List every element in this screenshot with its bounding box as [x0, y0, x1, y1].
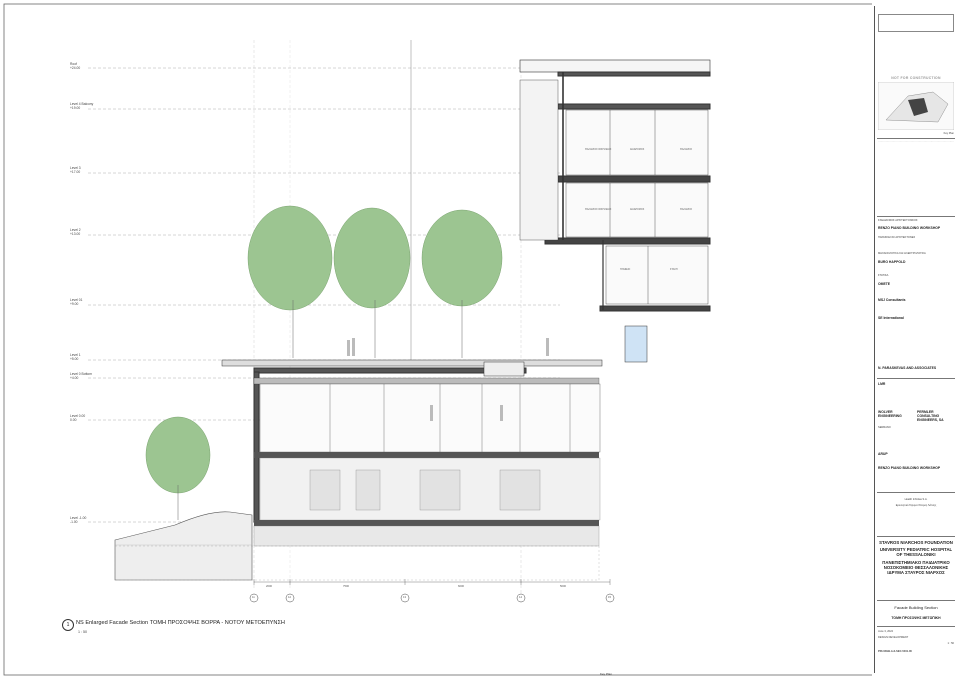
level-label: Level 0.00 0.00 — [70, 414, 86, 422]
sheet-title-gr: ΤΟΜΗ ΠΡΟΣΟΨΗΣ ΜΕΤΩΠΙΚΗ — [891, 616, 941, 620]
svg-text:ΣΤΑΣΗ: ΣΤΑΣΗ — [670, 268, 678, 271]
consultant-11: LMR — [878, 382, 886, 386]
consultant-12: WOLVER ENGINEERING — [878, 410, 902, 418]
svg-text:ΓΡΑΦΕΙΟ: ΓΡΑΦΕΙΟ — [620, 268, 630, 271]
consultant-8: MSJ Consultants — [878, 298, 906, 302]
grid-label: 14 — [519, 596, 522, 599]
sheet-title-en: Facade Building Section — [894, 605, 938, 610]
dimension-text: 6000 — [458, 585, 464, 588]
facade-section-drawing: ΘΑΛΑΜΟΣ ΝΟΣΗΛΕΙΑΣ ΔΙΑΔΡΟΜΟΣ ΘΑΛΑΜΟΣ ΘΑΛΑ… — [0, 0, 957, 679]
date: June 3, 2024 — [878, 630, 893, 633]
consultant-13: PERMLER CONSULTING ENGINEERS, SA — [917, 410, 944, 422]
client-name: Health Infinitas S.A. — [904, 498, 928, 501]
drawing-number: PDU-RHB-A-X-SEC-5401-00 — [878, 650, 912, 653]
footer-key-plan: Key Plan — [600, 672, 613, 676]
consultant-5: BURO HAPPOLD — [878, 260, 906, 264]
level-label: Level 4 Balcony +19.00 — [70, 102, 94, 110]
drawing-sheet: ΘΑΛΑΜΟΣ ΝΟΣΗΛΕΙΑΣ ΔΙΑΔΡΟΜΟΣ ΘΑΛΑΜΟΣ ΘΑΛΑ… — [0, 0, 960, 679]
level-label: Level 2 +13.00 — [70, 228, 81, 236]
consultant-10: N. PARASKEVAS AND ASSOCIATES — [878, 366, 937, 370]
general-notes: ········································… — [878, 140, 954, 143]
svg-text:ΘΑΛΑΜΟΣ ΝΟΣΗΛΕΙΑΣ: ΘΑΛΑΜΟΣ ΝΟΣΗΛΕΙΑΣ — [585, 148, 612, 151]
grid-label: 13 — [403, 596, 406, 599]
scale: 1 : 50 — [947, 642, 955, 645]
dimension-text: 2000 — [266, 585, 272, 588]
svg-text:ΘΑΛΑΜΟΣ ΝΟΣΗΛΕΙΑΣ: ΘΑΛΑΜΟΣ ΝΟΣΗΛΕΙΑΣ — [585, 208, 612, 211]
svg-text:ΘΑΛΑΜΟΣ: ΘΑΛΑΜΟΣ — [680, 148, 692, 151]
client-name-greek: Ερευνητικό Ίδρυμα Σπύρος Λάτσης — [895, 504, 937, 507]
level-label: Level 0 Bottom +4.00 — [70, 372, 92, 380]
consultant-1: ΣΧΕΔΙΑΣΜΟΣ ΑΡΧΙΤΕΚΤΟΝΙΚΟΣ — [878, 219, 918, 222]
consultant-7: OMETE — [878, 282, 891, 286]
project-name-en: UNIVERSITY PEDIATRIC HOSPITAL OF THESSAL… — [879, 547, 953, 557]
basement-slab — [254, 520, 599, 526]
phase: DESIGN DEVELOPMENT — [878, 636, 909, 639]
consultant-15: ARUP — [878, 452, 888, 456]
not-for-construction-label: NOT FOR CONSTRUCTION — [891, 76, 941, 80]
grid-label: 15 — [608, 596, 611, 599]
ground-slab — [254, 452, 599, 458]
consultant-16: RENZO PIANO BUILDING WORKSHOP — [878, 466, 941, 470]
level-label: Level 1 +5.00 — [70, 353, 81, 361]
foundation — [253, 525, 600, 547]
svg-text:ΘΑΛΑΜΟΣ: ΘΑΛΑΜΟΣ — [680, 208, 692, 211]
svg-text:ΔΙΑΔΡΟΜΟΣ: ΔΙΑΔΡΟΜΟΣ — [630, 148, 645, 151]
level-label: Roof +24.00 — [70, 62, 81, 70]
dimension-text: 7500 — [343, 585, 349, 588]
drawing-scale: 1 : 50 — [78, 630, 87, 634]
foundation-name: STAVROS NIARCHOS FOUNDATION — [879, 540, 953, 545]
level-label: Level 01 +9.00 — [70, 298, 83, 306]
svg-text:ΔΙΑΔΡΟΜΟΣ: ΔΙΑΔΡΟΜΟΣ — [630, 208, 645, 211]
grid-label: 11 — [252, 596, 255, 599]
key-plan-label: Key Plan — [943, 132, 954, 135]
consultant-14: SERRANO — [878, 426, 891, 429]
consultant-4: ΜΗΧΑΝΟΛΟΓΙΚΑ ΚΑΙ ΗΛΕΚΤΡΟΛΟΓΙΚΑ — [878, 252, 926, 255]
drawing-caption: NS Enlarged Facade Section ΤΟΜΗ ΠΡΟΣΟΨΗΣ… — [76, 620, 285, 626]
drawing-number-bubble: 1 — [62, 619, 74, 631]
section-svg: ΘΑΛΑΜΟΣ ΝΟΣΗΛΕΙΑΣ ΔΙΑΔΡΟΜΟΣ ΘΑΛΑΜΟΣ ΘΑΛΑ… — [3, 3, 957, 676]
title-block: NOT FOR CONSTRUCTION Key Plan ··········… — [874, 6, 957, 673]
consultant-6: ΣΤΑΤΙΚΑ — [878, 274, 889, 277]
project-name-gr: ΠΑΝΕΠΙΣΤΗΜΙΑΚΟ ΠΑΙΔΙΑΤΡΙΚΟ ΝΟΣΟΚΟΜΕΙΟ ΘΕ… — [882, 560, 950, 575]
revision-box — [878, 14, 954, 32]
level-label: Level 3 +17.00 — [70, 166, 81, 174]
consultant-3: ΠΑΡΑΣΚΕΥΑΣ ΑΡΧΙΤΕΚΤΟΝΕΣ — [878, 236, 916, 239]
upper-floors — [519, 59, 711, 363]
consultant-9: SE International — [878, 316, 904, 320]
level-label: Level -1.00 -1.00 — [70, 516, 87, 524]
key-plan-svg — [878, 82, 954, 130]
basement — [259, 457, 601, 521]
grid-label: 12 — [288, 596, 291, 599]
grid-bubbles — [249, 593, 615, 603]
consultant-2: RENZO PIANO BUILDING WORKSHOP — [878, 226, 941, 230]
dimension-text: 5000 — [560, 585, 566, 588]
